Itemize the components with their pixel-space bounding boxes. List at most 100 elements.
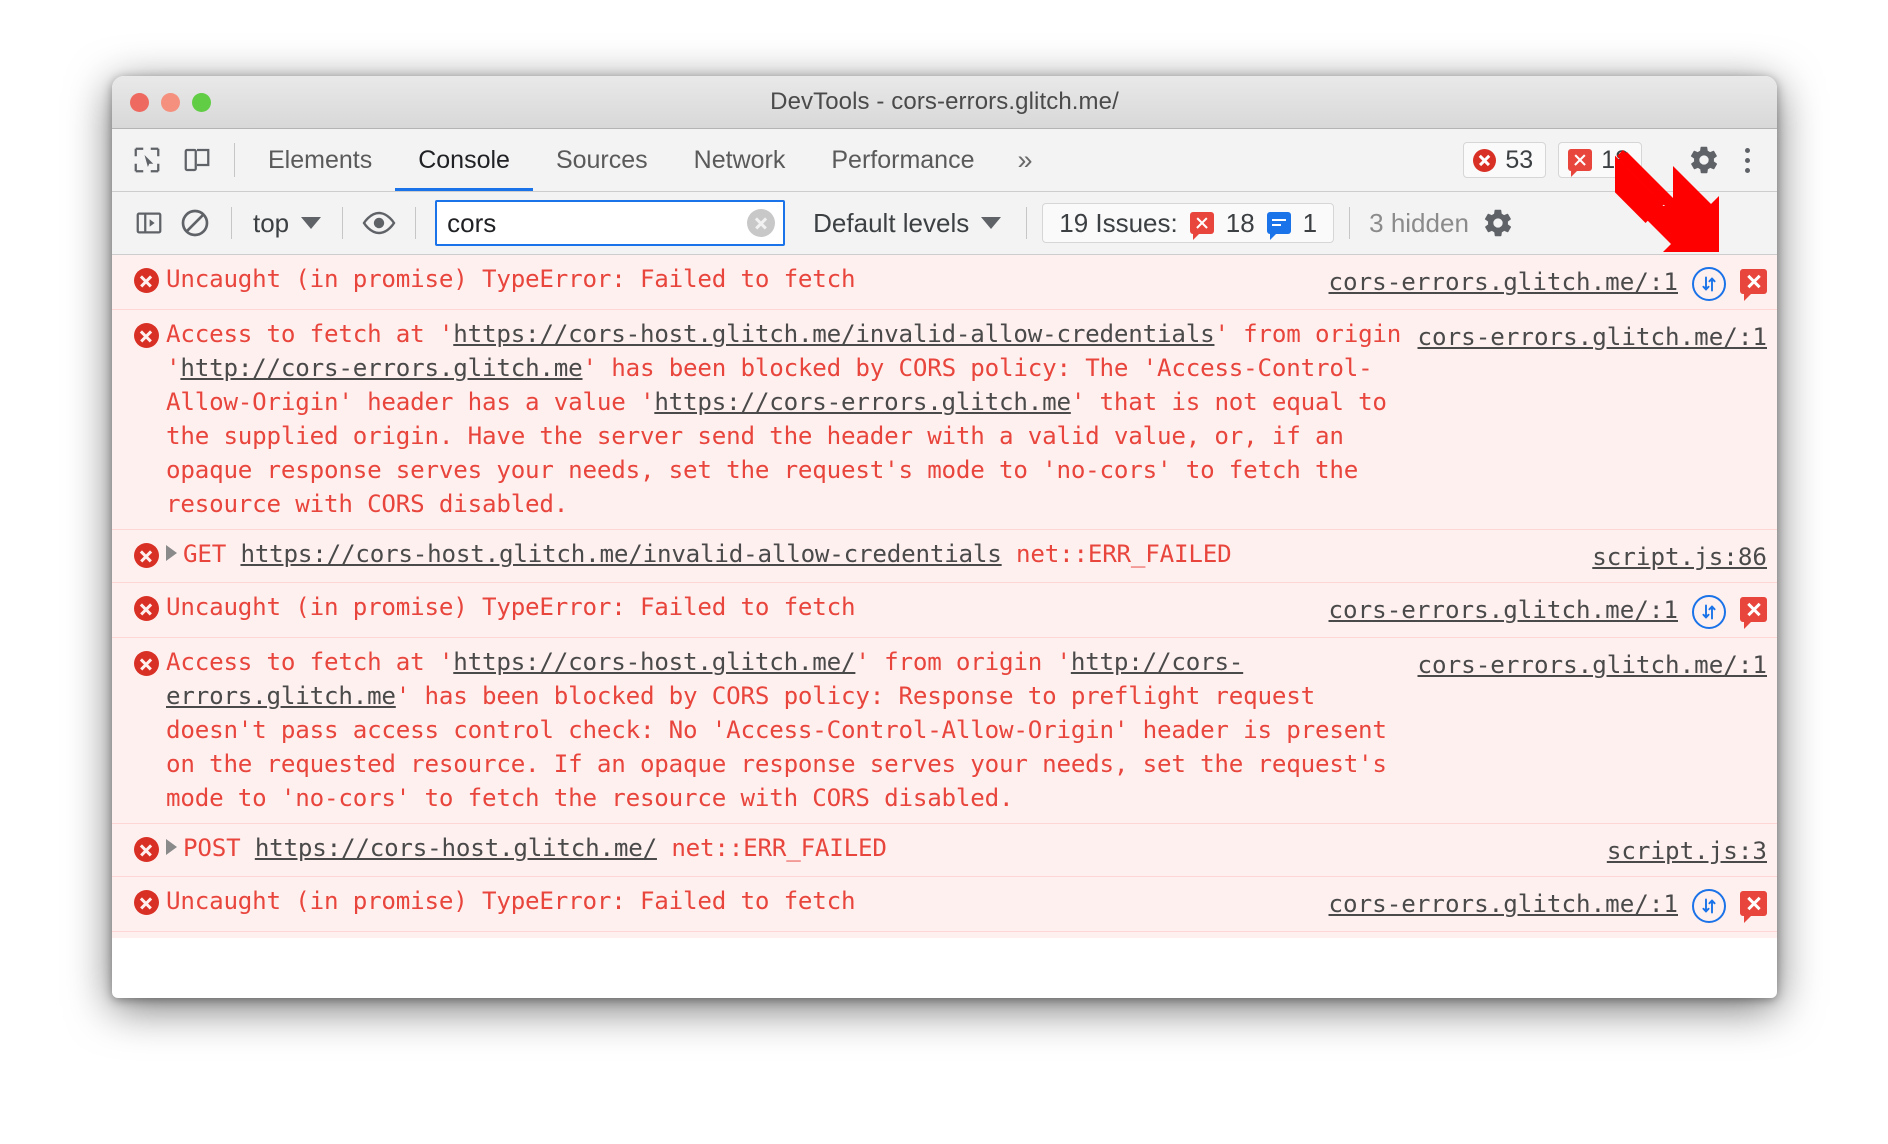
gear-icon[interactable]: [1687, 143, 1721, 177]
console-message-text: GET https://cors-host.glitch.me/invalid-…: [166, 537, 1592, 571]
devtools-window: DevTools - cors-errors.glitch.me/ Elemen…: [112, 76, 1777, 998]
table-row[interactable]: GET https://cors-host.glitch.me/invalid-…: [112, 530, 1777, 583]
table-row[interactable]: Uncaught (in promise) TypeError: Failed …: [112, 583, 1777, 638]
table-row[interactable]: Uncaught (in promise) TypeError: Failed …: [112, 255, 1777, 310]
console-message-meta: cors-errors.glitch.me/:1: [1329, 262, 1767, 301]
inline-url-link[interactable]: https://cors-host.glitch.me/: [453, 648, 855, 676]
console-filter-bar: top Default levels 19 Issues:: [112, 192, 1777, 255]
console-filter-field[interactable]: [435, 200, 786, 246]
filterbar-divider-1: [231, 207, 232, 239]
source-link[interactable]: cors-errors.glitch.me/:1: [1418, 320, 1768, 354]
error-level-icon: [126, 262, 166, 293]
minimize-window-button[interactable]: [161, 93, 180, 112]
more-tabs-label: »: [1017, 144, 1033, 175]
error-level-icon: [126, 884, 166, 915]
search-input[interactable]: [435, 200, 786, 246]
table-row[interactable]: Access to fetch at 'https://cors-host.gl…: [112, 638, 1777, 824]
log-levels-dropdown[interactable]: Default levels: [803, 208, 1011, 239]
network-request-icon[interactable]: [1692, 889, 1726, 923]
expand-triangle-icon[interactable]: [166, 545, 177, 561]
console-message-meta: script.js:86: [1592, 537, 1767, 574]
console-sidebar-icon[interactable]: [128, 202, 170, 244]
console-settings-gear-icon[interactable]: [1477, 202, 1519, 244]
filterbar-divider-4: [1026, 207, 1028, 239]
hidden-messages-label: 3 hidden: [1369, 207, 1469, 238]
console-message-meta: script.js:3: [1607, 831, 1767, 868]
close-window-button[interactable]: [130, 93, 149, 112]
window-traffic-lights[interactable]: [130, 93, 211, 112]
issue-badge-icon[interactable]: [1740, 891, 1767, 923]
more-tabs-button[interactable]: »: [997, 129, 1052, 191]
table-row[interactable]: Access to fetch at 'https://cors-host.gl…: [112, 310, 1777, 530]
issue-counter-badge[interactable]: 18: [1558, 142, 1642, 178]
source-link[interactable]: cors-errors.glitch.me/:1: [1329, 887, 1679, 921]
issue-badge-icon[interactable]: [1740, 597, 1767, 629]
tab-performance-label: Performance: [831, 145, 975, 174]
console-message-list[interactable]: Uncaught (in promise) TypeError: Failed …: [112, 255, 1777, 938]
clear-console-icon[interactable]: [174, 202, 216, 244]
tab-network-label: Network: [693, 145, 786, 174]
inline-url-link[interactable]: https://cors-host.glitch.me/invalid-allo…: [240, 540, 1001, 568]
inline-url-link[interactable]: https://cors-host.glitch.me/invalid-allo…: [453, 320, 1214, 348]
table-row[interactable]: Uncaught (in promise) TypeError: Failed …: [112, 877, 1777, 932]
console-message-meta: cors-errors.glitch.me/:1: [1329, 590, 1767, 629]
source-link[interactable]: script.js:86: [1592, 540, 1767, 574]
error-level-icon: [126, 831, 166, 862]
device-toolbar-icon[interactable]: [180, 143, 214, 177]
console-message-text: Uncaught (in promise) TypeError: Failed …: [166, 265, 856, 293]
error-circle-icon: [1473, 148, 1497, 172]
message-text-segment: GET: [183, 540, 241, 568]
issues-error-icon: [1189, 212, 1214, 240]
issues-summary-badge[interactable]: 19 Issues: 18 1: [1042, 203, 1335, 243]
error-level-icon: [126, 645, 166, 676]
tabbar-right-group: 53 18: [1463, 129, 1777, 191]
inline-url-link[interactable]: https://cors-host.glitch.me/: [255, 834, 657, 862]
network-request-icon[interactable]: [1692, 595, 1726, 629]
inspect-element-icon[interactable]: [130, 143, 164, 177]
console-message-text: Uncaught (in promise) TypeError: Failed …: [166, 593, 856, 621]
inline-url-link[interactable]: http://cors-errors.glitch.me: [180, 354, 582, 382]
issues-error-count: 18: [1225, 207, 1255, 238]
execution-context-selector[interactable]: top: [247, 208, 327, 239]
source-link[interactable]: cors-errors.glitch.me/:1: [1329, 265, 1679, 299]
live-expression-icon[interactable]: [358, 202, 400, 244]
filterbar-divider-2: [342, 207, 344, 239]
expand-triangle-icon[interactable]: [166, 839, 177, 855]
zoom-window-button[interactable]: [192, 93, 211, 112]
tab-network[interactable]: Network: [671, 129, 809, 191]
error-counter-badge[interactable]: 53: [1463, 142, 1547, 178]
table-row[interactable]: POST https://cors-host.glitch.me/ net::E…: [112, 824, 1777, 877]
tab-elements[interactable]: Elements: [245, 129, 395, 191]
tab-console[interactable]: Console: [395, 129, 533, 191]
kebab-menu-icon[interactable]: [1733, 143, 1761, 177]
filterbar-divider-3: [415, 207, 417, 239]
tab-sources-label: Sources: [555, 145, 648, 174]
window-title: DevTools - cors-errors.glitch.me/: [770, 88, 1119, 115]
issues-info-icon: [1266, 212, 1291, 240]
issues-label: 19 Issues:: [1059, 207, 1178, 238]
message-text-segment: Access to fetch at ': [166, 320, 454, 348]
console-message-text: POST https://cors-host.glitch.me/ net::E…: [166, 831, 1607, 865]
source-link[interactable]: cors-errors.glitch.me/:1: [1418, 648, 1768, 682]
console-message-text: Uncaught (in promise) TypeError: Failed …: [166, 887, 856, 915]
log-levels-label: Default levels: [813, 207, 970, 238]
network-request-icon[interactable]: [1692, 267, 1726, 301]
console-message-meta: cors-errors.glitch.me/:1: [1418, 645, 1768, 682]
inline-url-link[interactable]: https://cors-errors.glitch.me: [654, 388, 1071, 416]
source-link[interactable]: script.js:3: [1607, 834, 1767, 868]
table-row[interactable]: Access to fetch at 'https://cors-host.gl…: [112, 932, 1777, 938]
tab-sources[interactable]: Sources: [533, 129, 671, 191]
tabbar-divider: [234, 143, 235, 177]
source-link[interactable]: cors-errors.glitch.me/:1: [1329, 593, 1679, 627]
console-message-meta: cors-errors.glitch.me/:1: [1418, 317, 1768, 354]
clear-input-icon[interactable]: [747, 209, 776, 237]
chevron-down-icon: [301, 217, 322, 229]
issue-badge-icon[interactable]: [1740, 269, 1767, 301]
console-message-text: Access to fetch at 'https://cors-host.gl…: [166, 317, 1418, 521]
devtools-tabbar: Elements Console Sources Network Perform…: [112, 129, 1777, 192]
tab-performance[interactable]: Performance: [808, 129, 997, 191]
error-level-icon: [126, 590, 166, 621]
error-level-icon: [126, 317, 166, 348]
chevron-down-icon-levels: [981, 217, 1002, 229]
message-text-segment: POST: [183, 834, 255, 862]
